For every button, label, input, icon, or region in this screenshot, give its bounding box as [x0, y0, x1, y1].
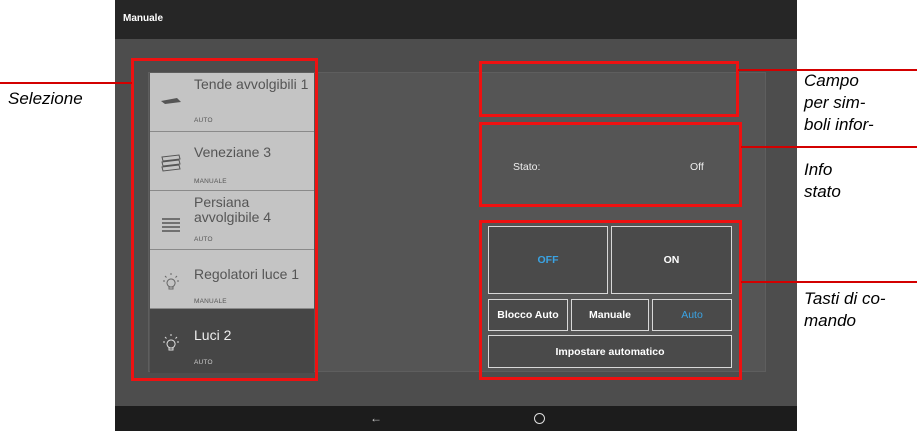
info-symbols-highlight-box — [479, 61, 739, 117]
annotation-selezione: Selezione — [8, 89, 83, 108]
status-callout-line — [741, 146, 917, 148]
window-title: Manuale — [123, 13, 164, 24]
title-bar: Manuale — [115, 0, 797, 39]
selection-callout-line — [0, 82, 132, 84]
annotation-info-stato: Info stato — [804, 160, 841, 201]
annotation-campo: Campo per sim- boli infor- — [804, 71, 874, 134]
buttons-callout-line — [741, 281, 917, 283]
annotation-tasti: Tasti di co- mando — [804, 289, 886, 330]
selection-highlight-box — [131, 58, 318, 381]
home-icon[interactable] — [534, 413, 545, 424]
status-highlight-box — [479, 122, 742, 207]
navigation-bar: ← — [115, 406, 797, 431]
back-icon[interactable]: ← — [370, 411, 382, 425]
command-buttons-highlight-box — [479, 220, 742, 380]
